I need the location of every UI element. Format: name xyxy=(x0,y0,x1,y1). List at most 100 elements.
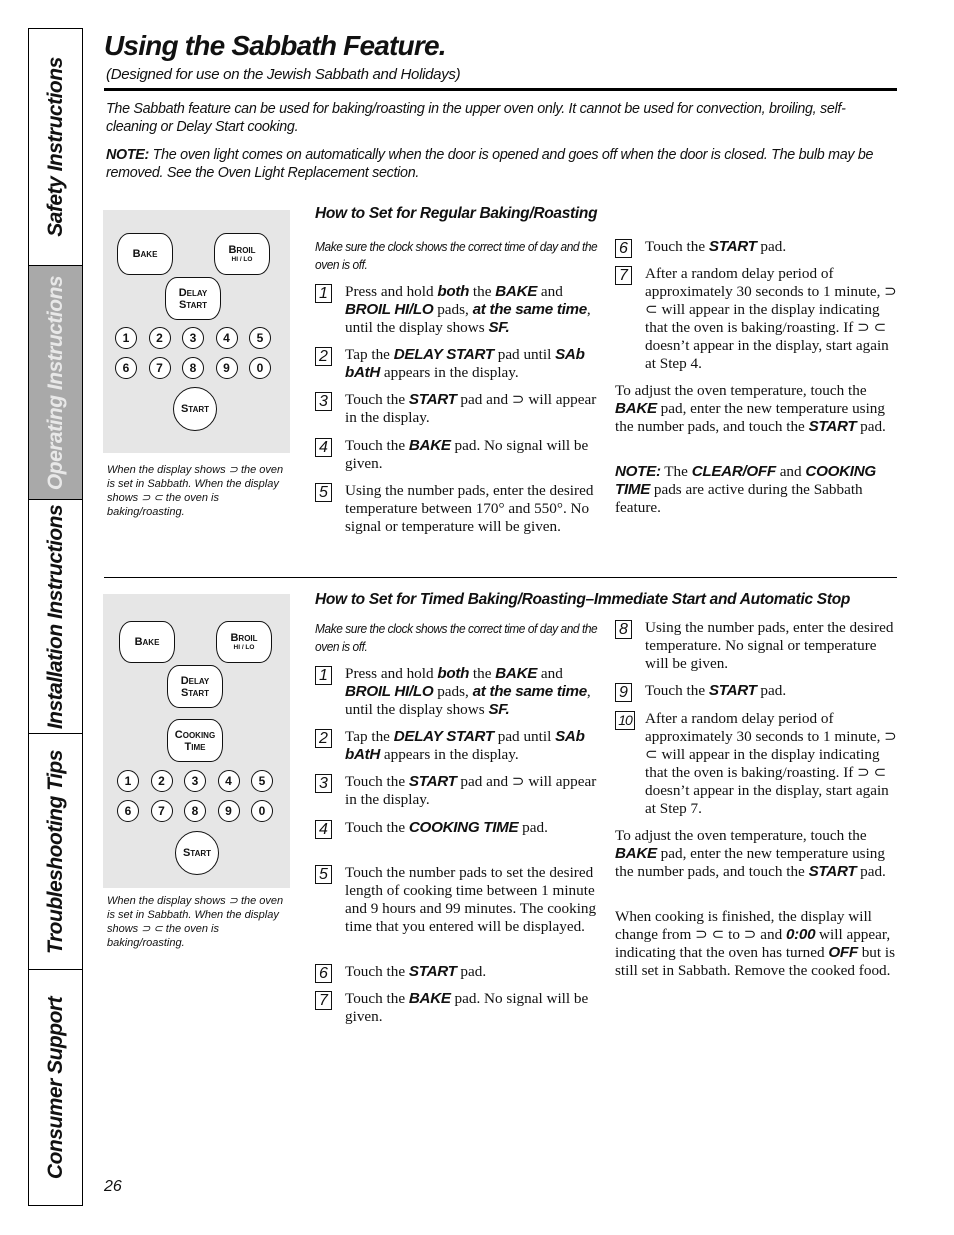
step-text: Tap the DELAY START pad until SAb bAtH a… xyxy=(345,346,585,381)
number-pad-5: 5 xyxy=(249,327,271,349)
step-3: 3 Touch the START pad and ⊃ will appear i… xyxy=(315,391,600,427)
step-1: 1 Press and hold both the BAKE and BROIL … xyxy=(315,665,600,719)
step-number-badge: 5 xyxy=(315,483,332,502)
keypad-caption: When the display shows ⊃ the oven is set… xyxy=(107,895,284,949)
step-text: Touch the BAKE pad. No signal will be gi… xyxy=(345,990,589,1025)
intro-paragraph: The Sabbath feature can be used for baki… xyxy=(106,101,846,135)
step-text: Press and hold both the BAKE and BROIL H… xyxy=(345,665,591,718)
number-pad-9: 9 xyxy=(217,800,240,822)
step-4: 4 Touch the BAKE pad. No signal will be g… xyxy=(315,437,600,473)
intro-note: NOTE: The oven light comes on automatica… xyxy=(106,146,896,182)
step-text: Touch the BAKE pad. No signal will be gi… xyxy=(345,437,589,472)
step-7: 7 After a random delay period of approxim… xyxy=(615,265,900,373)
step-number-badge: 6 xyxy=(315,964,332,983)
sabbath-note: NOTE: The CLEAR/OFF and COOKING TIME pad… xyxy=(615,463,876,516)
side-tab-operating[interactable]: Operating Instructions xyxy=(29,266,82,500)
keypad-caption: When the display shows ⊃ the oven is set… xyxy=(107,464,284,518)
step-text: Touch the START pad. xyxy=(345,963,487,980)
side-tab-troubleshooting[interactable]: Troubleshooting Tips xyxy=(29,734,82,970)
side-tab-nav: Safety Instructions Operating Instructio… xyxy=(28,28,83,1206)
step-number-badge: 7 xyxy=(315,991,332,1010)
step-text: Tap the DELAY START pad until SAb bAtH a… xyxy=(345,728,585,763)
number-pad-2: 2 xyxy=(150,770,173,792)
step-number-badge: 2 xyxy=(315,347,332,366)
step-4: 4 Touch the COOKING TIME pad. xyxy=(315,819,600,839)
start-pad: Start xyxy=(173,387,217,431)
step-6: 6 Touch the START pad. xyxy=(315,963,600,983)
step-10: 10 After a random delay period of approxi… xyxy=(615,710,900,818)
number-pad-0: 0 xyxy=(249,357,271,379)
side-tab-consumer-support[interactable]: Consumer Support xyxy=(29,970,82,1205)
step-text: Touch the COOKING TIME pad. xyxy=(345,819,548,836)
adjust-temperature-text: To adjust the oven temperature, touch th… xyxy=(615,827,886,880)
side-tab-label: Consumer Support xyxy=(43,996,67,1179)
step-number-badge: 4 xyxy=(315,820,332,839)
number-pad-4: 4 xyxy=(217,770,240,792)
step-text: Touch the START pad and ⊃ will appear in… xyxy=(345,773,597,808)
step-6: 6 Touch the START pad. xyxy=(615,238,900,258)
step-number-badge: 5 xyxy=(315,865,332,884)
number-pad-3: 3 xyxy=(182,327,204,349)
number-pad-1: 1 xyxy=(117,770,139,792)
section-heading-timed: How to Set for Timed Baking/Roasting–Imm… xyxy=(315,591,851,608)
section-precondition: Make sure the clock shows the correct ti… xyxy=(315,239,598,272)
number-pad-6: 6 xyxy=(117,800,139,822)
step-number-badge: 10 xyxy=(615,711,635,730)
number-pad-6: 6 xyxy=(115,357,137,379)
keypad-diagram-timed: Bake Broil HI / LO Delay Start Cooking Time… xyxy=(103,594,290,888)
step-8: 8 Using the number pads, enter the desire… xyxy=(615,619,900,673)
note-text: The oven light comes on automatically wh… xyxy=(106,147,874,181)
number-pad-8: 8 xyxy=(184,800,206,822)
number-pad-9: 9 xyxy=(215,357,238,379)
side-tab-label: Operating Instructions xyxy=(43,275,67,490)
step-5: 5 Using the number pads, enter the desire… xyxy=(315,482,600,536)
number-pad-7: 7 xyxy=(150,800,173,822)
side-tab-installation[interactable]: Installation Instructions xyxy=(29,500,82,734)
number-pad-4: 4 xyxy=(215,327,238,349)
step-text: Using the number pads, enter the desired… xyxy=(345,482,594,535)
page-title: Using the Sabbath Feature. xyxy=(104,30,447,61)
step-number-badge: 6 xyxy=(615,239,632,258)
step-text: Using the number pads, enter the desired… xyxy=(645,619,894,672)
step-number-badge: 7 xyxy=(615,266,632,285)
step-number-badge: 1 xyxy=(315,666,332,685)
step-number-badge: 8 xyxy=(615,620,632,639)
section-precondition: Make sure the clock shows the correct ti… xyxy=(315,621,598,654)
intro-text: The Sabbath feature can be used for baki… xyxy=(106,100,896,192)
step-text: Touch the number pads to set the desired… xyxy=(345,864,597,935)
step-number-badge: 3 xyxy=(315,774,332,793)
number-pad-1: 1 xyxy=(115,327,137,349)
step-2: 2 Tap the DELAY START pad until SAb bAtH … xyxy=(315,728,600,764)
header-divider xyxy=(104,88,897,91)
number-pad-7: 7 xyxy=(148,357,171,379)
section-heading-regular: How to Set for Regular Baking/Roasting xyxy=(315,205,598,222)
adjust-temperature-text: To adjust the oven temperature, touch th… xyxy=(615,382,886,435)
step-1: 1 Press and hold both the BAKE and BROIL … xyxy=(315,283,600,337)
delay-start-pad: Delay Start xyxy=(167,665,223,708)
step-text: Touch the START pad. xyxy=(645,682,787,699)
step-number-badge: 2 xyxy=(315,729,332,748)
delay-start-pad: Delay Start xyxy=(165,277,221,320)
step-text: Touch the START pad. xyxy=(645,238,787,255)
step-text: After a random delay period of approxima… xyxy=(645,265,897,372)
number-pad-0: 0 xyxy=(251,800,273,822)
side-tab-label: Troubleshooting Tips xyxy=(43,749,67,954)
step-text: After a random delay period of approxima… xyxy=(645,710,897,817)
step-9: 9 Touch the START pad. xyxy=(615,682,900,702)
step-2: 2 Tap the DELAY START pad until SAb bAtH … xyxy=(315,346,600,382)
broil-pad: Broil HI / LO xyxy=(216,621,272,663)
bake-pad: Bake xyxy=(119,621,175,663)
keypad-diagram-regular: Bake Broil HI / LO Delay Start Start 12345… xyxy=(103,210,290,453)
step-7: 7 Touch the BAKE pad. No signal will be g… xyxy=(315,990,600,1026)
step-3: 3 Touch the START pad and ⊃ will appear i… xyxy=(315,773,600,809)
broil-pad: Broil HI / LO xyxy=(214,233,270,275)
step-5: 5 Touch the number pads to set the desire… xyxy=(315,864,600,936)
page-subtitle: (Designed for use on the Jewish Sabbath … xyxy=(106,66,461,83)
step-number-badge: 4 xyxy=(315,438,332,457)
side-tab-label: Installation Instructions xyxy=(43,504,67,729)
side-tab-safety[interactable]: Safety Instructions xyxy=(29,29,82,266)
number-pad-5: 5 xyxy=(251,770,273,792)
bake-pad: Bake xyxy=(117,233,173,275)
step-number-badge: 3 xyxy=(315,392,332,411)
start-pad: Start xyxy=(175,831,219,875)
